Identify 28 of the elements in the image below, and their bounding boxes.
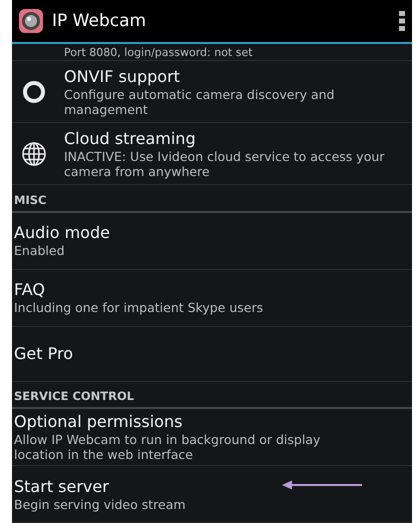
ring-icon — [22, 80, 46, 104]
setting-summary: Configure automatic camera discovery and management — [64, 86, 336, 117]
setting-title: ONVIF support — [64, 66, 181, 86]
setting-summary: Including one for impatient Skype users — [14, 300, 264, 316]
setting-title: Audio mode — [14, 223, 110, 242]
setting-summary: Enabled — [14, 243, 66, 258]
globe-icon — [21, 140, 47, 167]
setting-item[interactable]: FAQ Including one for impatient Skype users — [12, 270, 412, 327]
setting-item[interactable]: Cloud streaming INACTIVE: Use Ivideon cloud service to access your camera from anywhere — [12, 123, 412, 186]
setting-item[interactable]: Get Pro — [12, 326, 412, 382]
section-header: MISC — [14, 192, 46, 207]
setting-item[interactable]: Optional permissions Allow IP Webcam to run in background or display location in the web interface — [12, 409, 412, 466]
setting-title: Start server — [14, 476, 110, 496]
setting-summary: Port 8080, login/password: not set — [64, 46, 253, 59]
setting-item[interactable]: Audio mode Enabled — [12, 212, 412, 270]
setting-title: Optional permissions — [14, 412, 184, 431]
app-title: IP Webcam — [52, 11, 148, 31]
setting-title: Get Pro — [14, 344, 73, 364]
setting-item[interactable]: ONVIF support Configure automatic camera discovery and management — [12, 61, 412, 124]
setting-title: Cloud streaming — [64, 128, 197, 148]
overflow-menu-icon[interactable] — [398, 10, 406, 32]
setting-summary: Begin serving video stream — [14, 496, 186, 512]
setting-summary: INACTIVE: Use Ivideon cloud service to access your camera from anywhere — [64, 148, 386, 179]
setting-summary: Allow IP Webcam to run in background or display location in the web interface — [14, 432, 322, 462]
setting-item[interactable]: Start server Begin serving video stream — [12, 466, 412, 523]
setting-title: FAQ — [14, 280, 46, 300]
section-header: SERVICE CONTROL — [14, 389, 134, 403]
app-logo-icon — [18, 8, 44, 34]
